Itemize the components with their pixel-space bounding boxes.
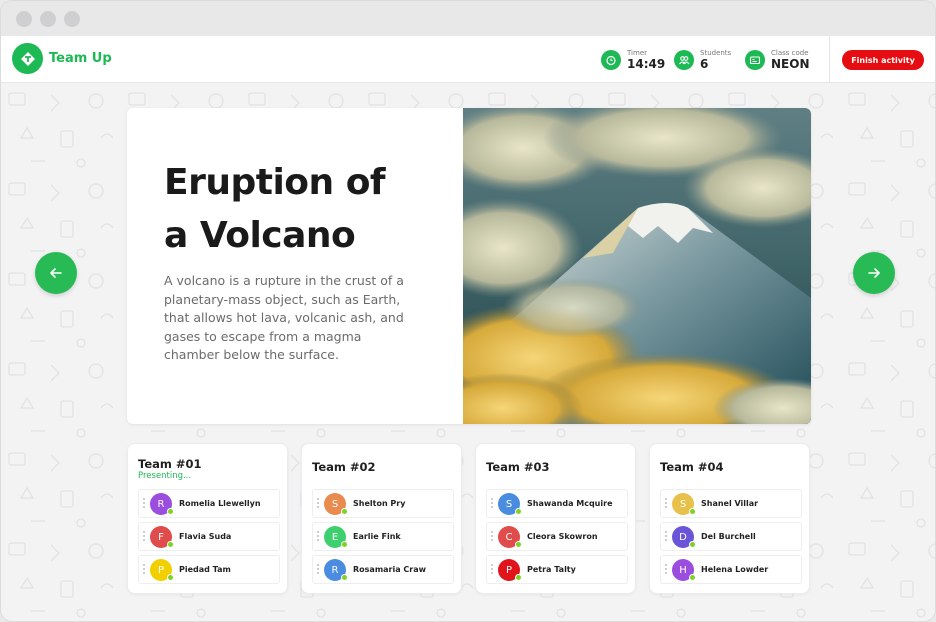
alarm-clock-icon <box>601 50 621 70</box>
class-code-label: Class code <box>771 49 809 57</box>
team-member[interactable]: S Shawanda Mcquire <box>486 489 628 518</box>
team-card-1[interactable]: Team #01 Presenting... R Romelia Llewell… <box>127 443 288 594</box>
window-close-dot[interactable] <box>16 11 32 27</box>
team-member[interactable]: R Rosamaria Craw <box>312 555 454 584</box>
online-status-dot <box>167 508 174 515</box>
online-status-dot <box>689 574 696 581</box>
online-status-dot <box>689 508 696 515</box>
team-member[interactable]: S Shanel Villar <box>660 489 802 518</box>
slide-title: Eruption of a Volcano <box>164 156 424 262</box>
drag-handle-icon[interactable] <box>317 498 320 510</box>
timer-label: Timer <box>627 49 648 57</box>
next-slide-button[interactable] <box>853 252 895 294</box>
team-name: Team #02 <box>312 460 376 474</box>
team-status: Presenting... <box>138 471 192 481</box>
slide-description: A volcano is a rupture in the crust of a… <box>164 273 404 362</box>
team-card-4[interactable]: Team #04 S Shanel Villar D Del Burchell … <box>649 443 810 594</box>
team-card-3[interactable]: Team #03 S Shawanda Mcquire C Cleora Sko… <box>475 443 636 594</box>
app-window: Team Up Timer 14:49 Students 6 Class cod… <box>0 0 936 622</box>
drag-handle-icon[interactable] <box>665 531 668 543</box>
window-titlebar <box>1 1 935 36</box>
team-name: Team #03 <box>486 460 550 474</box>
online-status-dot <box>341 508 348 515</box>
header-divider <box>829 36 830 83</box>
member-name: Romelia Llewellyn <box>179 499 261 508</box>
member-name: Cleora Skowron <box>527 532 598 541</box>
member-name: Del Burchell <box>701 532 756 541</box>
team-member[interactable]: D Del Burchell <box>660 522 802 551</box>
slide-title-line-2: a Volcano <box>164 215 356 256</box>
volcano-image <box>463 108 811 424</box>
window-maximize-dot[interactable] <box>64 11 80 27</box>
team-member[interactable]: P Piedad Tam <box>138 555 280 584</box>
app-name: Team Up <box>49 51 112 66</box>
member-name: Shelton Pry <box>353 499 406 508</box>
drag-handle-icon[interactable] <box>317 564 320 576</box>
class-code-value: NEON <box>771 57 810 71</box>
team-member[interactable]: P Petra Talty <box>486 555 628 584</box>
students-value: 6 <box>700 57 709 71</box>
top-app-bar: Team Up Timer 14:49 Students 6 Class cod… <box>1 36 935 83</box>
team-member[interactable]: H Helena Lowder <box>660 555 802 584</box>
online-status-dot <box>515 541 522 548</box>
timer-value: 14:49 <box>627 57 666 71</box>
team-card-2[interactable]: Team #02 S Shelton Pry E Earlie Fink R R… <box>301 443 462 594</box>
member-name: Earlie Fink <box>353 532 401 541</box>
previous-slide-button[interactable] <box>35 252 77 294</box>
online-status-dot <box>515 574 522 581</box>
arrow-right-icon <box>868 268 880 278</box>
team-member[interactable]: S Shelton Pry <box>312 489 454 518</box>
arrow-left-icon <box>50 268 62 278</box>
member-name: Piedad Tam <box>179 565 231 574</box>
students-label: Students <box>700 49 732 57</box>
online-status-dot <box>341 541 348 548</box>
drag-handle-icon[interactable] <box>317 531 320 543</box>
slide-title-line-1: Eruption of <box>164 162 386 203</box>
window-minimize-dot[interactable] <box>40 11 56 27</box>
team-member[interactable]: E Earlie Fink <box>312 522 454 551</box>
slide-card: Eruption of a Volcano A volcano is a rup… <box>127 108 811 424</box>
finish-activity-button[interactable]: Finish activity <box>842 50 924 70</box>
online-status-dot <box>515 508 522 515</box>
drag-handle-icon[interactable] <box>143 531 146 543</box>
online-status-dot <box>167 574 174 581</box>
team-name: Team #01 <box>138 457 202 471</box>
drag-handle-icon[interactable] <box>143 564 146 576</box>
drag-handle-icon[interactable] <box>491 564 494 576</box>
drag-handle-icon[interactable] <box>665 564 668 576</box>
team-member[interactable]: F Flavia Suda <box>138 522 280 551</box>
team-member[interactable]: R Romelia Llewellyn <box>138 489 280 518</box>
drag-handle-icon[interactable] <box>143 498 146 510</box>
member-name: Rosamaria Craw <box>353 565 427 574</box>
online-status-dot <box>167 541 174 548</box>
online-status-dot <box>341 574 348 581</box>
online-status-dot <box>689 541 696 548</box>
member-name: Shawanda Mcquire <box>527 499 613 508</box>
drag-handle-icon[interactable] <box>665 498 668 510</box>
team-name: Team #04 <box>660 460 724 474</box>
team-member[interactable]: C Cleora Skowron <box>486 522 628 551</box>
member-name: Petra Talty <box>527 565 576 574</box>
member-name: Helena Lowder <box>701 565 769 574</box>
drag-handle-icon[interactable] <box>491 498 494 510</box>
member-name: Shanel Villar <box>701 499 759 508</box>
team-up-logo-icon <box>12 43 43 74</box>
id-card-icon <box>745 50 765 70</box>
member-name: Flavia Suda <box>179 532 232 541</box>
users-icon <box>674 50 694 70</box>
drag-handle-icon[interactable] <box>491 531 494 543</box>
